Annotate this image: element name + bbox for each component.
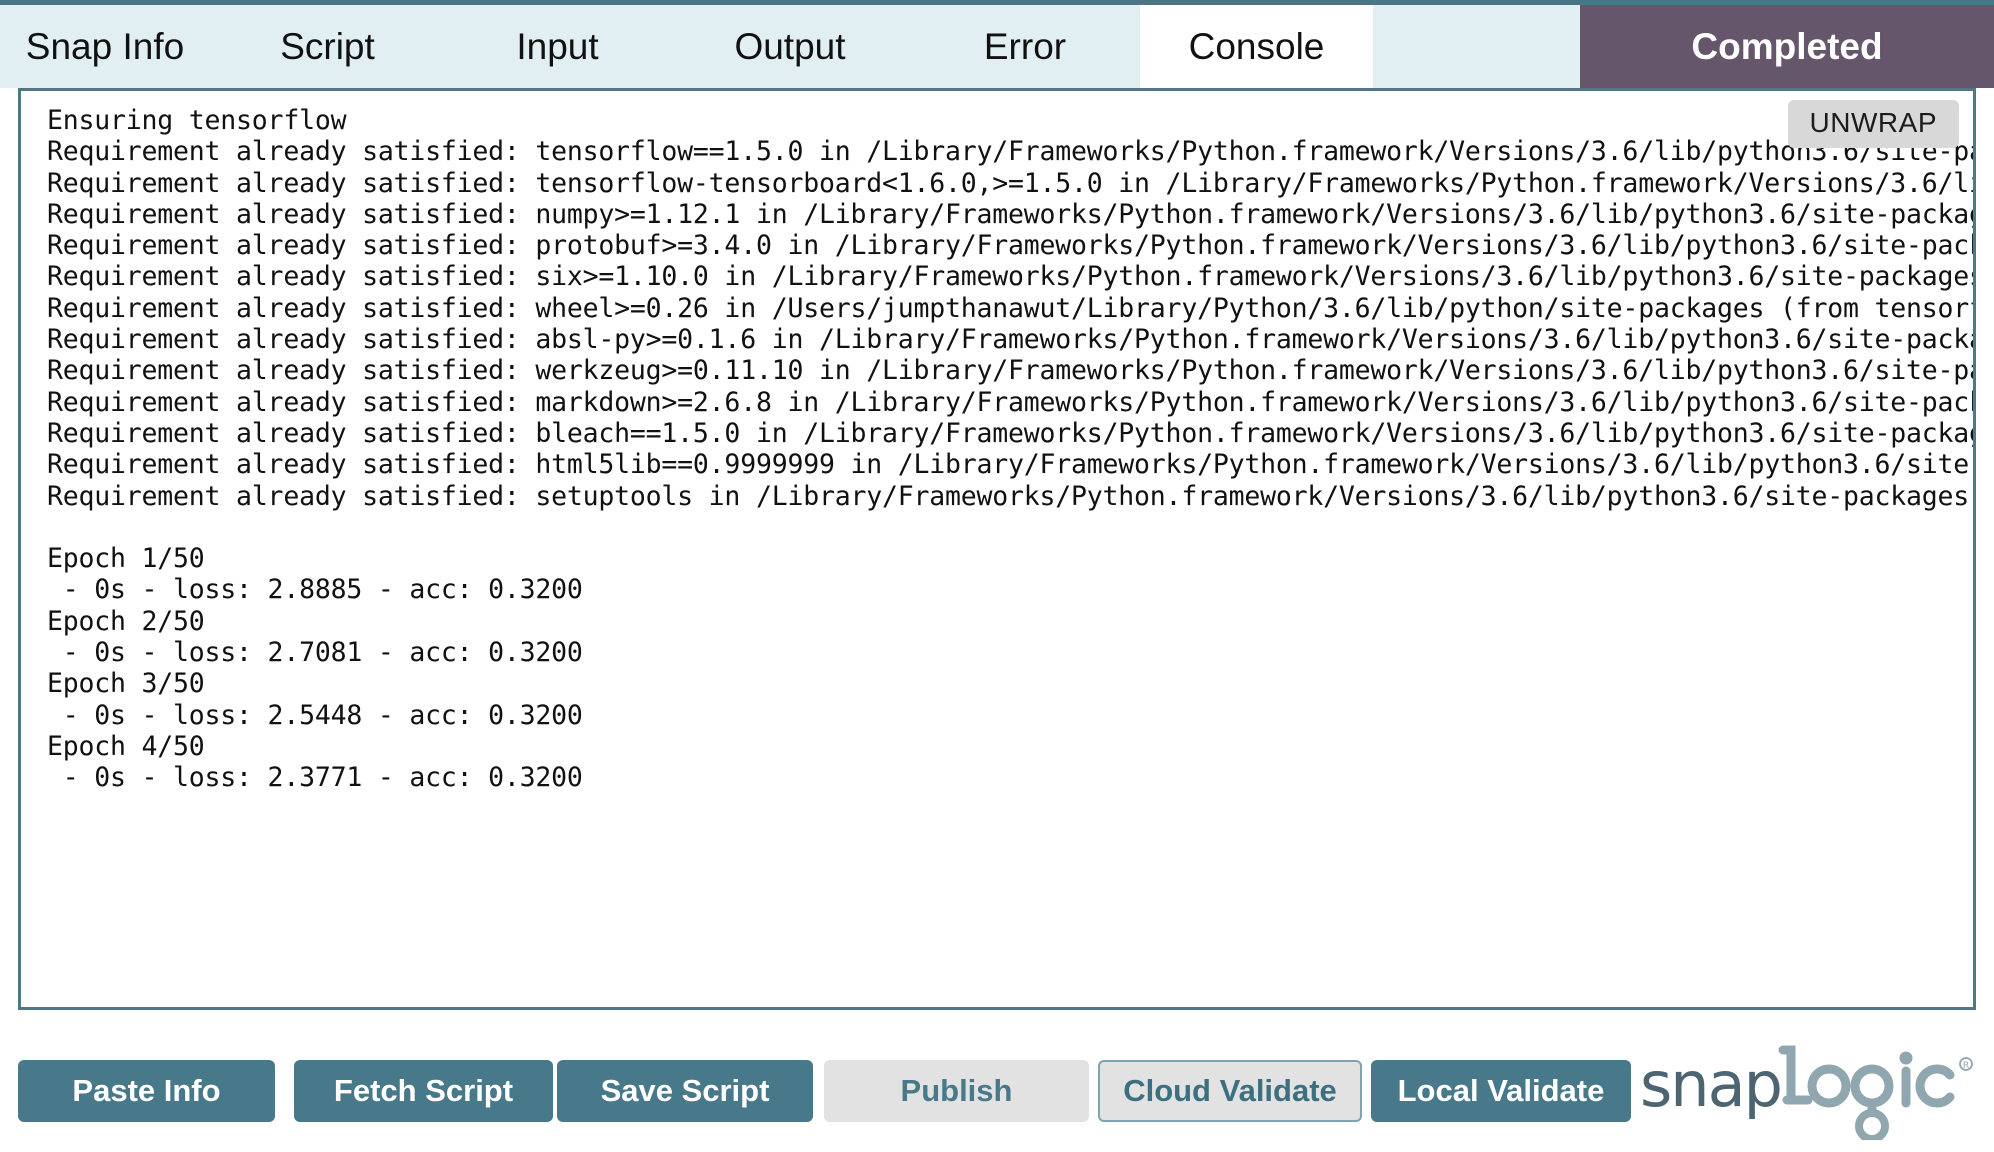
console-line: Requirement already satisfied: numpy>=1.…	[47, 199, 1976, 230]
cloud-validate-button[interactable]: Cloud Validate	[1098, 1060, 1362, 1122]
console-line: Ensuring tensorflow	[47, 105, 1976, 136]
snaplogic-logo-svg: snap R	[1640, 1044, 1980, 1140]
console-line: Requirement already satisfied: absl-py>=…	[47, 324, 1976, 355]
console-line: Requirement already satisfied: wheel>=0.…	[47, 293, 1976, 324]
logo-letter-c	[1920, 1069, 1950, 1103]
snaplogic-logo: snap R	[1640, 1044, 1980, 1140]
console-line: Requirement already satisfied: protobuf>…	[47, 230, 1976, 261]
console-line: - 0s - loss: 2.5448 - acc: 0.3200	[47, 700, 1976, 731]
tab-snap-info-label: Snap Info	[26, 26, 184, 68]
tab-error-label: Error	[984, 26, 1066, 68]
logo-letter-i-dot	[1900, 1052, 1913, 1065]
tab-bar-filler	[1373, 5, 1580, 88]
console-line: - 0s - loss: 2.7081 - acc: 0.3200	[47, 637, 1976, 668]
tab-console-label: Console	[1189, 26, 1325, 68]
logo-letter-g	[1855, 1069, 1889, 1103]
tab-output-label: Output	[734, 26, 845, 68]
fetch-script-label: Fetch Script	[334, 1073, 513, 1109]
console-line: Epoch 1/50	[47, 543, 1976, 574]
tab-input[interactable]: Input	[445, 5, 670, 88]
status-badge-completed: Completed	[1580, 5, 1994, 88]
console-line: Requirement already satisfied: html5lib=…	[47, 449, 1976, 480]
console-line: - 0s - loss: 2.8885 - acc: 0.3200	[47, 574, 1976, 605]
logo-letter-l	[1783, 1050, 1792, 1100]
console-line: Requirement already satisfied: werkzeug>…	[47, 355, 1976, 386]
console-line: Requirement already satisfied: setuptool…	[47, 481, 1976, 512]
cloud-validate-label: Cloud Validate	[1123, 1073, 1337, 1109]
status-badge-label: Completed	[1691, 26, 1882, 68]
console-line: Requirement already satisfied: six>=1.10…	[47, 261, 1976, 292]
paste-info-label: Paste Info	[72, 1073, 220, 1109]
console-line: Requirement already satisfied: tensorflo…	[47, 168, 1976, 199]
publish-label: Publish	[901, 1073, 1013, 1109]
console-line: Epoch 2/50	[47, 606, 1976, 637]
tab-bar: Snap Info Script Input Output Error Cons…	[0, 0, 1994, 88]
console-panel[interactable]: Ensuring tensorflowRequirement already s…	[18, 88, 1976, 1010]
console-output: Ensuring tensorflowRequirement already s…	[21, 91, 1976, 794]
tab-error[interactable]: Error	[910, 5, 1140, 88]
paste-info-button[interactable]: Paste Info	[18, 1060, 275, 1122]
save-script-button[interactable]: Save Script	[557, 1060, 813, 1122]
logo-letter-o	[1812, 1069, 1846, 1103]
console-line: Epoch 3/50	[47, 668, 1976, 699]
fetch-script-button[interactable]: Fetch Script	[294, 1060, 553, 1122]
tab-snap-info[interactable]: Snap Info	[0, 5, 210, 88]
console-line: - 0s - loss: 2.3771 - acc: 0.3200	[47, 762, 1976, 793]
tab-script-label: Script	[280, 26, 375, 68]
local-validate-button[interactable]: Local Validate	[1371, 1060, 1631, 1122]
unwrap-button[interactable]: UNWRAP	[1788, 100, 1959, 148]
local-validate-label: Local Validate	[1398, 1073, 1605, 1109]
tab-input-label: Input	[516, 26, 598, 68]
console-line: Requirement already satisfied: markdown>…	[47, 387, 1976, 418]
logo-g-descender	[1859, 1113, 1885, 1139]
console-line: Epoch 4/50	[47, 731, 1976, 762]
tab-script[interactable]: Script	[210, 5, 445, 88]
logo-trademark-letter: R	[1963, 1061, 1969, 1071]
tab-console[interactable]: Console	[1140, 5, 1373, 88]
tab-output[interactable]: Output	[670, 5, 910, 88]
console-line: Requirement already satisfied: bleach==1…	[47, 418, 1976, 449]
save-script-label: Save Script	[601, 1073, 770, 1109]
console-line: Requirement already satisfied: tensorflo…	[47, 136, 1976, 167]
logo-text-snap: snap	[1640, 1048, 1781, 1121]
console-line	[47, 512, 1976, 543]
footer-toolbar: Paste Info Fetch Script Save Script Publ…	[0, 1022, 1994, 1152]
publish-button[interactable]: Publish	[824, 1060, 1089, 1122]
